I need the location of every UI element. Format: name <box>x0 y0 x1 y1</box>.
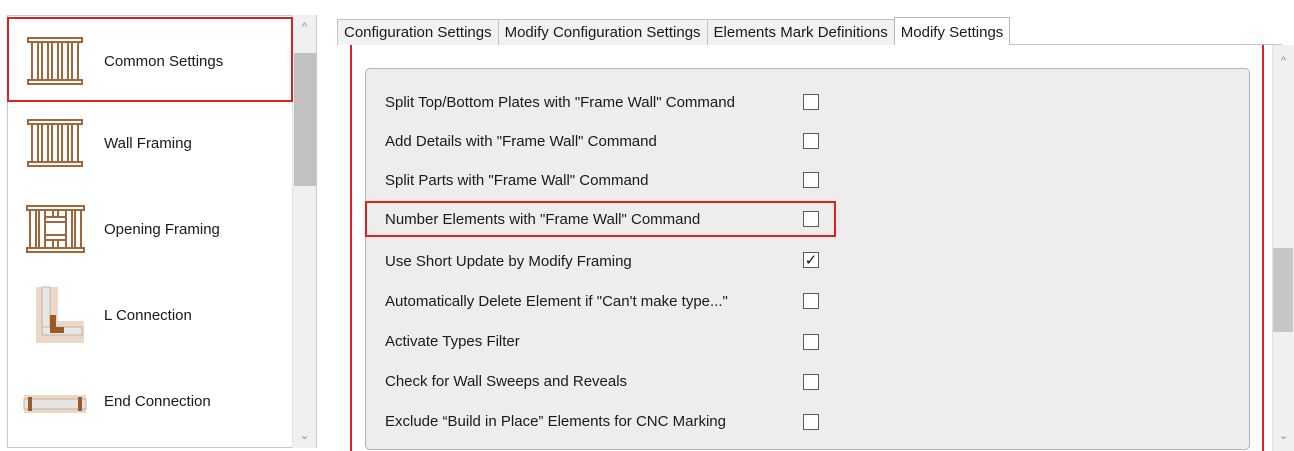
option-checkbox-checked[interactable]: ✓ <box>803 252 819 268</box>
sidebar-item-label: Opening Framing <box>104 220 220 238</box>
option-checkbox[interactable] <box>803 414 819 430</box>
wall-studs-icon <box>8 107 98 179</box>
option-label: Activate Types Filter <box>385 332 520 350</box>
sidebar-item-common-settings[interactable]: Common Settings <box>8 18 293 104</box>
option-checkbox[interactable] <box>803 334 819 350</box>
tab-modify-configuration-settings[interactable]: Modify Configuration Settings <box>497 19 708 45</box>
option-label: Exclude “Build in Place” Elements for CN… <box>385 412 726 430</box>
option-checkbox[interactable] <box>803 293 819 309</box>
sidebar-item-wall-framing[interactable]: Wall Framing <box>8 100 293 186</box>
option-checkbox[interactable] <box>803 172 819 188</box>
sidebar-item-label: Common Settings <box>104 52 224 70</box>
option-checkbox[interactable] <box>803 374 819 390</box>
option-label: Automatically Delete Element if "Can't m… <box>385 292 728 310</box>
sidebar-item-label: Wall Framing <box>104 134 192 152</box>
panel-right-border <box>1262 45 1264 451</box>
panel-scroll-thumb[interactable] <box>1273 248 1293 332</box>
option-label: Split Top/Bottom Plates with "Frame Wall… <box>385 93 735 111</box>
option-label: Split Parts with "Frame Wall" Command <box>385 171 649 189</box>
l-connection-icon <box>8 279 98 351</box>
sidebar-item-end-connection[interactable]: End Connection <box>8 358 293 444</box>
sidebar-item-opening-framing[interactable]: Opening Framing <box>8 186 293 272</box>
option-label: Add Details with "Frame Wall" Command <box>385 132 657 150</box>
tab-modify-settings[interactable]: Modify Settings <box>893 17 1011 46</box>
scroll-up-icon[interactable]: ^ <box>293 21 316 33</box>
scroll-down-icon[interactable]: ⌄ <box>293 429 316 442</box>
sidebar-item-label: End Connection <box>104 392 211 410</box>
option-checkbox[interactable] <box>803 94 819 110</box>
tab-configuration-settings[interactable]: Configuration Settings <box>337 19 499 45</box>
sidebar-item-l-connection[interactable]: L Connection <box>8 272 293 358</box>
tab-strip: Configuration Settings Modify Configurat… <box>337 17 1011 46</box>
tab-elements-mark-definitions[interactable]: Elements Mark Definitions <box>706 19 895 45</box>
scroll-down-icon[interactable]: ⌄ <box>1273 429 1294 442</box>
option-label: Check for Wall Sweeps and Reveals <box>385 372 628 390</box>
end-connection-icon <box>8 365 98 437</box>
option-checkbox[interactable] <box>803 211 819 227</box>
option-label: Number Elements with "Frame Wall" Comman… <box>385 210 701 228</box>
sidebar-item-label: L Connection <box>104 306 192 324</box>
scroll-up-icon[interactable]: ^ <box>1273 55 1294 67</box>
panel-left-border <box>350 45 352 451</box>
sidebar-scroll-thumb[interactable] <box>294 53 316 186</box>
option-label: Use Short Update by Modify Framing <box>385 252 632 270</box>
option-checkbox[interactable] <box>803 133 819 149</box>
settings-category-list: Common Settings Wall Framing Opening Fra… <box>7 15 317 448</box>
wall-studs-icon <box>8 25 98 97</box>
opening-frame-icon <box>8 193 98 265</box>
sidebar-scrollbar[interactable]: ^ ⌄ <box>292 15 316 448</box>
